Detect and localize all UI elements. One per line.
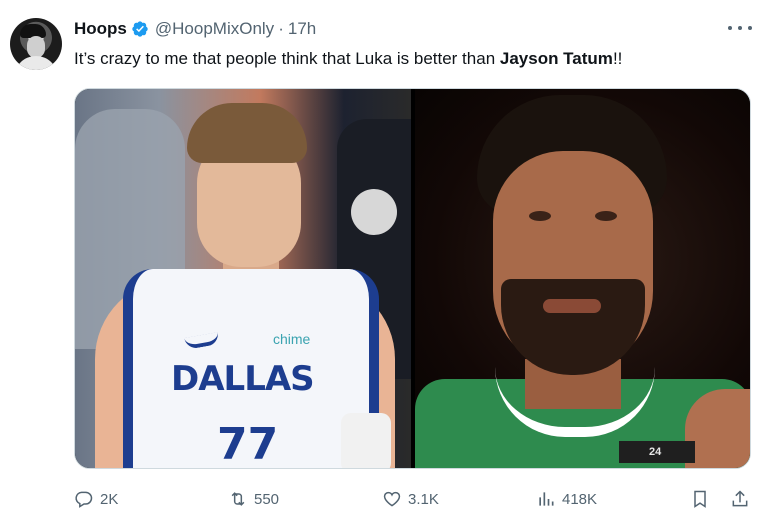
tweet-text-end: !! bbox=[612, 49, 623, 68]
more-options-icon[interactable] bbox=[728, 20, 752, 36]
reply-icon bbox=[75, 491, 93, 508]
share-button[interactable] bbox=[730, 486, 750, 512]
tweet-text-part: It’s crazy to me that people think that … bbox=[74, 49, 500, 68]
author-name[interactable]: Hoops bbox=[74, 19, 127, 39]
views-count: 418K bbox=[562, 490, 598, 508]
jersey-sponsor: chime bbox=[273, 331, 311, 347]
timestamp[interactable]: 17h bbox=[288, 19, 316, 39]
action-bar: 2K 550 3.1K 418K bbox=[74, 486, 758, 512]
bookmark-icon bbox=[694, 490, 706, 508]
jersey-text: DALLAS bbox=[171, 359, 315, 399]
photo-tatum[interactable]: 24 bbox=[415, 89, 750, 468]
like-icon bbox=[383, 491, 401, 507]
reply-count: 2K bbox=[100, 490, 119, 508]
repost-count: 550 bbox=[254, 490, 280, 508]
repost-icon bbox=[231, 492, 245, 506]
bookmark-button[interactable] bbox=[690, 486, 710, 512]
tweet-text: It’s crazy to me that people think that … bbox=[74, 48, 754, 70]
author-handle[interactable]: @HoopMixOnly bbox=[155, 19, 274, 39]
repost-button[interactable]: 550 bbox=[228, 486, 279, 512]
tweet-media[interactable]: chime DALLAS 77 24 bbox=[74, 88, 751, 469]
header-separator: · bbox=[278, 19, 284, 38]
avatar[interactable] bbox=[10, 18, 62, 70]
share-icon bbox=[732, 490, 748, 507]
jersey-patch: 24 bbox=[619, 441, 695, 463]
tweet-card[interactable]: Hoops @HoopMixOnly · 17h It’s crazy to m… bbox=[0, 0, 774, 529]
views-button[interactable]: 418K bbox=[536, 486, 597, 512]
like-button[interactable]: 3.1K bbox=[382, 486, 439, 512]
verified-badge-icon bbox=[132, 21, 148, 37]
like-count: 3.1K bbox=[408, 490, 439, 508]
views-icon bbox=[539, 492, 554, 506]
tweet-text-bold: Jayson Tatum bbox=[499, 49, 613, 68]
jersey-number: 77 bbox=[217, 419, 279, 469]
tweet-header: Hoops @HoopMixOnly · 17h bbox=[74, 18, 316, 40]
reply-button[interactable]: 2K bbox=[74, 486, 118, 512]
photo-luka[interactable]: chime DALLAS 77 bbox=[75, 89, 411, 469]
